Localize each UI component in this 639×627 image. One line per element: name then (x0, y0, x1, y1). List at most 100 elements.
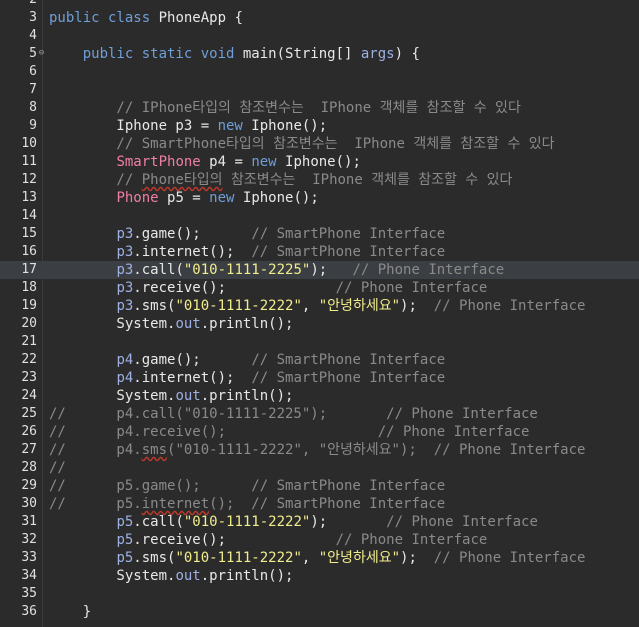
code-token: .game(); (133, 352, 252, 368)
line-number: 3 (29, 10, 37, 25)
code-token: Phone타입의 (141, 172, 223, 188)
code-token: .receive(); (133, 532, 336, 548)
code-text: System.out.println(); (49, 387, 293, 405)
code-line[interactable]: 22 p4.game(); // SmartPhone Interface (0, 351, 639, 369)
code-token: ("010-1111-2222", "안녕하세요"); // Phone Int… (167, 442, 586, 458)
code-token: // p5. (49, 496, 142, 512)
code-token: public class PhoneApp { (49, 10, 243, 26)
code-line[interactable]: 36 } (0, 603, 639, 621)
line-number: 24 (21, 388, 37, 403)
code-line[interactable]: 9 Iphone p3 = new Iphone(); (0, 117, 639, 135)
code-line[interactable]: 3 public class PhoneApp { (0, 9, 639, 27)
code-line[interactable]: 11 SmartPhone p4 = new Iphone(); (0, 153, 639, 171)
code-token: , (301, 550, 319, 566)
code-token: sms (141, 442, 168, 458)
code-line[interactable]: 17 p3.call("010-1111-2225"); // Phone In… (0, 261, 639, 279)
code-line[interactable]: 6 (0, 63, 639, 81)
code-editor[interactable]: 23 public class PhoneApp { 4 5⊖ public stat… (0, 0, 639, 627)
code-token: p3 (116, 244, 134, 260)
code-token: p5 (116, 514, 134, 530)
code-token: // (49, 172, 142, 188)
code-line[interactable]: 29 // p5.game(); // SmartPhone Interface (0, 477, 639, 495)
code-line[interactable]: 12 // Phone타입의 참조변수는 IPhone 객체를 참조할 수 있다 (0, 171, 639, 189)
code-line[interactable]: 21 (0, 333, 639, 351)
code-line[interactable]: 5 ⊖ public static void main(String[] args… (0, 45, 639, 63)
code-text: p5.receive(); // Phone Interface (49, 531, 487, 549)
code-line[interactable]: 30 // p5.internet(); // SmartPhone Interf… (0, 495, 639, 513)
code-token: System. (49, 568, 176, 584)
code-line[interactable]: 28 // (0, 459, 639, 477)
code-text: } (49, 603, 91, 621)
line-number: 36 (21, 604, 37, 619)
code-line[interactable]: 26 // p4.receive(); // Phone Interface (0, 423, 639, 441)
code-token: .sms( (133, 550, 176, 566)
code-line[interactable]: 25 // p4.call("010-1111-2225"); // Phone … (0, 405, 639, 423)
line-number: 16 (21, 244, 37, 259)
line-number: 10 (21, 136, 37, 151)
code-token: ); (310, 262, 353, 278)
code-text: p3.call("010-1111-2225"); // Phone Inter… (49, 261, 504, 279)
code-token: p3 (116, 280, 134, 296)
code-token: SmartPhone (116, 154, 201, 170)
code-line[interactable]: 23 p4.internet(); // SmartPhone Interfac… (0, 369, 639, 387)
code-token: "010-1111-2222" (183, 514, 311, 530)
code-area[interactable]: 23 public class PhoneApp { 4 5⊖ public stat… (0, 0, 639, 621)
code-token: // Phone Interface (335, 280, 488, 296)
code-text: // p4.sms("010-1111-2222", "안녕하세요"); // … (49, 441, 585, 459)
code-token: // SmartPhone타입의 참조변수는 IPhone 객체를 참조할 수 … (49, 136, 555, 152)
code-line[interactable]: 14 (0, 207, 639, 225)
code-token: new (209, 190, 235, 206)
code-line[interactable]: 18 p3.receive(); // Phone Interface (0, 279, 639, 297)
code-line[interactable]: 33 p5.sms("010-1111-2222", "안녕하세요"); // … (0, 549, 639, 567)
code-line[interactable]: 15 p3.game(); // SmartPhone Interface (0, 225, 639, 243)
code-text: p5.sms("010-1111-2222", "안녕하세요"); // Pho… (49, 549, 585, 567)
code-line[interactable]: 19 p3.sms("010-1111-2222", "안녕하세요"); // … (0, 297, 639, 315)
code-text: // IPhone타입의 참조변수는 IPhone 객체를 참조할 수 있다 (49, 99, 520, 117)
code-line[interactable]: 4 (0, 27, 639, 45)
code-text: // SmartPhone타입의 참조변수는 IPhone 객체를 참조할 수 … (49, 135, 555, 153)
code-line[interactable]: 27 // p4.sms("010-1111-2222", "안녕하세요"); /… (0, 441, 639, 459)
code-line[interactable]: 34 System.out.println(); (0, 567, 639, 585)
code-line[interactable]: 8 // IPhone타입의 참조변수는 IPhone 객체를 참조할 수 있다 (0, 99, 639, 117)
fold-toggle-icon[interactable]: ⊖ (37, 49, 46, 58)
code-token: // p4. (49, 442, 142, 458)
code-line[interactable]: 16 p3.internet(); // SmartPhone Interfac… (0, 243, 639, 261)
code-line[interactable]: 7 (0, 81, 639, 99)
code-token: System. (49, 388, 176, 404)
line-number: 19 (21, 298, 37, 313)
code-line[interactable]: 10 // SmartPhone타입의 참조변수는 IPhone 객체를 참조할… (0, 135, 639, 153)
line-number: 21 (21, 334, 37, 349)
line-number: 7 (29, 82, 37, 97)
code-line[interactable]: 24 System.out.println(); (0, 387, 639, 405)
code-token: "010-1111-2222" (175, 550, 302, 566)
code-text: System.out.println(); (49, 567, 293, 585)
code-token: public static void main(String[] args) { (82, 46, 420, 62)
code-token: System. (49, 316, 176, 332)
line-number: 4 (29, 28, 37, 43)
code-token: } (49, 604, 92, 620)
code-token: p5 (116, 532, 134, 548)
code-token: p4 = (200, 154, 252, 170)
line-number: 31 (21, 514, 37, 529)
code-line[interactable]: 32 p5.receive(); // Phone Interface (0, 531, 639, 549)
code-line[interactable]: 2 (0, 0, 639, 9)
code-line[interactable]: 35 (0, 585, 639, 603)
code-line[interactable]: 20 System.out.println(); (0, 315, 639, 333)
code-line[interactable]: 31 p5.call("010-1111-2222"); // Phone In… (0, 513, 639, 531)
code-line[interactable]: 13 Phone p5 = new Iphone(); (0, 189, 639, 207)
code-token: ); (400, 550, 434, 566)
line-number: 28 (21, 460, 37, 475)
code-token: Iphone(); (234, 190, 319, 206)
code-token: "안녕하세요" (318, 298, 401, 314)
code-token: (); // SmartPhone Interface (209, 496, 446, 512)
code-token: // SmartPhone Interface (251, 226, 446, 242)
code-token: "안녕하세요" (318, 550, 401, 566)
code-text: public class PhoneApp { (49, 9, 243, 27)
